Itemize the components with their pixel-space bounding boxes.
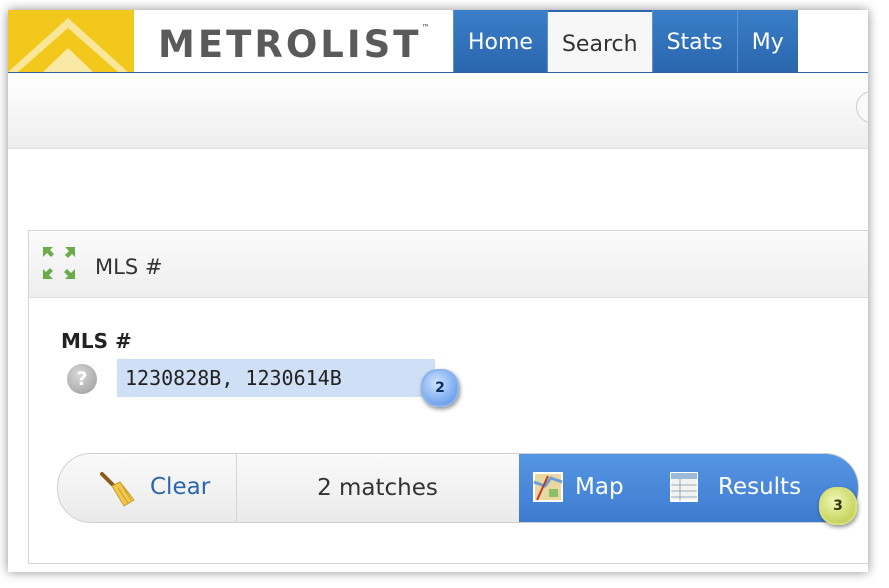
tab-search[interactable]: Search (546, 10, 652, 74)
callout-badge-3: 3 (819, 487, 857, 525)
panel-header: MLS # (29, 231, 868, 298)
mls-field-label: MLS # (61, 329, 132, 353)
results-button-label: Results (718, 474, 802, 500)
metrolist-logo-mark (8, 10, 134, 72)
callout-badge-2: 2 (421, 369, 459, 407)
metrolist-logo-text: METROLIST™ (158, 23, 430, 66)
help-icon[interactable]: ? (67, 364, 97, 394)
map-icon (533, 472, 563, 502)
logo-wordmark: METROLIST (158, 23, 422, 66)
panel-title: MLS # (95, 255, 163, 279)
match-count: 2 matches (317, 475, 438, 501)
results-table-icon (670, 472, 698, 502)
tab-stats[interactable]: Stats (651, 10, 737, 72)
map-button[interactable]: Map (519, 454, 655, 522)
logo-trademark: ™ (421, 23, 430, 32)
clear-button[interactable]: Clear (58, 454, 237, 522)
broom-icon (100, 472, 135, 507)
search-action-bar: Clear 2 matches Map Results (57, 453, 859, 523)
map-button-label: Map (575, 474, 624, 500)
main-nav-tabs: Home Search Stats My (453, 10, 798, 74)
tab-home[interactable]: Home (453, 10, 547, 72)
app-window: METROLIST™ Home Search Stats My MLS # ML… (8, 10, 868, 572)
mls-search-panel: MLS # MLS # ? 2 Clear 2 matches (28, 230, 868, 564)
header: METROLIST™ Home Search Stats My (8, 10, 868, 74)
toolbar-round-button[interactable] (856, 91, 868, 123)
sub-toolbar (8, 72, 868, 149)
mls-number-input[interactable] (117, 359, 435, 397)
clear-button-label: Clear (150, 474, 211, 500)
expand-arrows-icon[interactable] (41, 245, 77, 281)
tab-my[interactable]: My (736, 10, 798, 72)
